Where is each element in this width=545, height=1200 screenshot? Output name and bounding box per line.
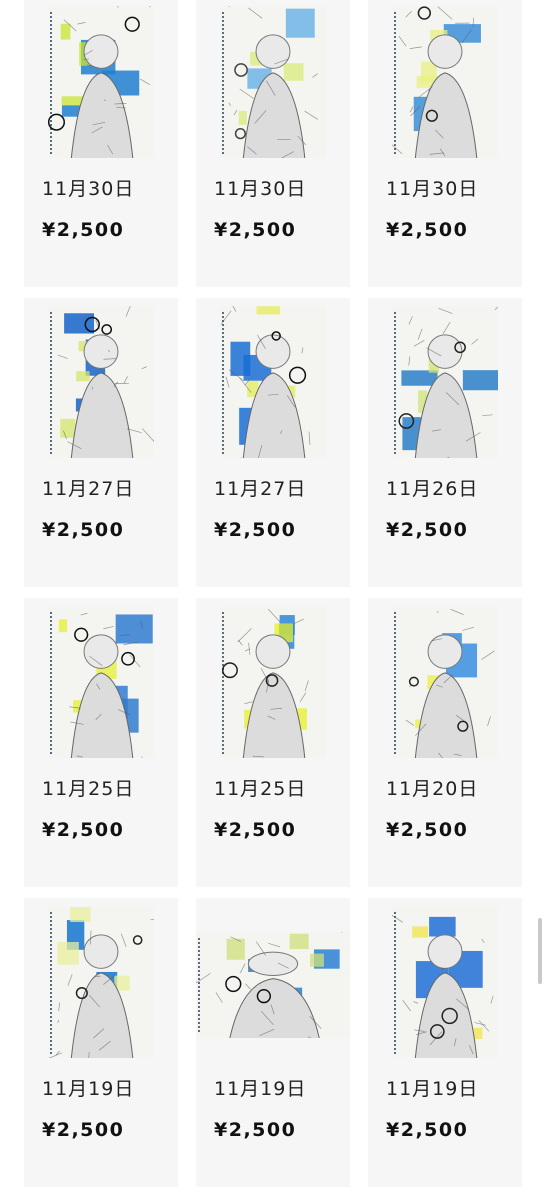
product-thumbnail-wrap [24, 898, 178, 1058]
product-price: ¥2,500 [42, 819, 125, 841]
product-card[interactable]: 11月27日 ¥2,500 [24, 298, 178, 587]
product-date: 11月25日 [214, 778, 307, 800]
product-thumbnail-wrap [24, 598, 178, 758]
product-price: ¥2,500 [42, 1119, 125, 1141]
product-thumbnail[interactable] [48, 6, 154, 158]
product-card[interactable]: 11月30日 ¥2,500 [24, 0, 178, 287]
product-date: 11月30日 [386, 178, 479, 200]
product-thumbnail[interactable] [392, 906, 498, 1058]
product-price: ¥2,500 [214, 519, 297, 541]
product-price: ¥2,500 [386, 519, 469, 541]
product-date: 11月19日 [386, 1078, 479, 1100]
product-price: ¥2,500 [42, 219, 125, 241]
product-price: ¥2,500 [386, 819, 469, 841]
product-thumbnail[interactable] [220, 6, 326, 158]
product-thumbnail[interactable] [220, 606, 326, 758]
product-date: 11月27日 [42, 478, 135, 500]
product-thumbnail-wrap [24, 298, 178, 458]
product-date: 11月30日 [214, 178, 307, 200]
product-card[interactable]: 11月19日 ¥2,500 [368, 898, 522, 1187]
product-card[interactable]: 11月20日 ¥2,500 [368, 598, 522, 887]
product-card[interactable]: 11月26日 ¥2,500 [368, 298, 522, 587]
product-card[interactable]: 11月30日 ¥2,500 [196, 0, 350, 287]
product-thumbnail[interactable] [48, 906, 154, 1058]
scrollbar[interactable] [538, 918, 542, 984]
product-price: ¥2,500 [214, 1119, 297, 1141]
product-thumbnail[interactable] [48, 606, 154, 758]
product-price: ¥2,500 [214, 819, 297, 841]
product-card[interactable]: 11月27日 ¥2,500 [196, 298, 350, 587]
product-card[interactable]: 11月30日 ¥2,500 [368, 0, 522, 287]
product-card[interactable]: 11月19日 ¥2,500 [24, 898, 178, 1187]
product-thumbnail[interactable] [392, 6, 498, 158]
product-thumbnail[interactable] [48, 306, 154, 458]
product-date: 11月25日 [42, 778, 135, 800]
product-thumbnail[interactable] [196, 932, 350, 1038]
product-thumbnail[interactable] [392, 606, 498, 758]
product-date: 11月20日 [386, 778, 479, 800]
product-thumbnail-wrap [196, 298, 350, 458]
product-card[interactable]: 11月25日 ¥2,500 [196, 598, 350, 887]
product-thumbnail-wrap [368, 0, 522, 158]
product-card[interactable]: 11月25日 ¥2,500 [24, 598, 178, 887]
product-date: 11月19日 [214, 1078, 307, 1100]
product-thumbnail[interactable] [392, 306, 498, 458]
product-date: 11月26日 [386, 478, 479, 500]
product-thumbnail-wrap [368, 898, 522, 1058]
product-card[interactable]: 11月19日 ¥2,500 [196, 898, 350, 1187]
product-thumbnail-wrap [24, 0, 178, 158]
product-grid: 11月30日 ¥2,500 11月30日 ¥2,500 11月30日 ¥2,500 11月2… [24, 0, 522, 1187]
product-price: ¥2,500 [214, 219, 297, 241]
product-thumbnail-wrap [368, 298, 522, 458]
product-date: 11月30日 [42, 178, 135, 200]
product-date: 11月19日 [42, 1078, 135, 1100]
product-thumbnail[interactable] [220, 306, 326, 458]
product-thumbnail-wrap [196, 598, 350, 758]
product-price: ¥2,500 [386, 219, 469, 241]
product-date: 11月27日 [214, 478, 307, 500]
product-price: ¥2,500 [42, 519, 125, 541]
product-price: ¥2,500 [386, 1119, 469, 1141]
product-thumbnail-wrap [196, 898, 350, 1058]
product-thumbnail-wrap [368, 598, 522, 758]
product-thumbnail-wrap [196, 0, 350, 158]
